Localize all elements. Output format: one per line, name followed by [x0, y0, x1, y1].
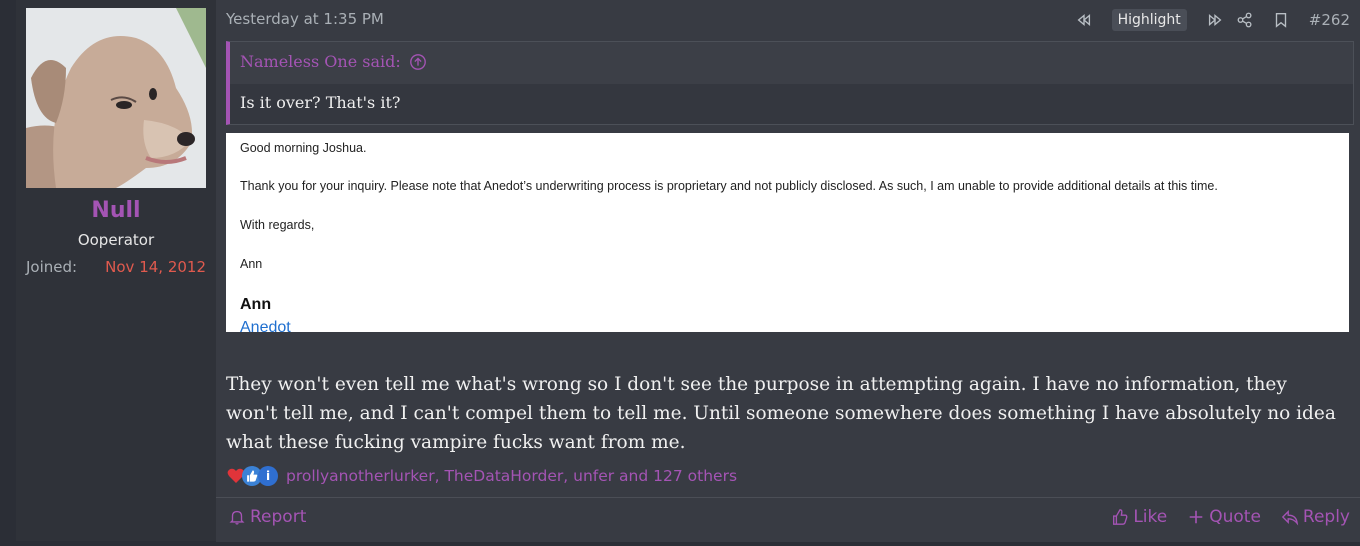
next-highlight-icon[interactable]	[1205, 10, 1225, 30]
info-icon: i	[258, 466, 278, 486]
reactions-bar[interactable]: i prollyanotherlurker, TheDataHorder, un…	[226, 464, 737, 488]
email-closing: With regards,	[240, 218, 315, 232]
quote-text: Is it over? That's it?	[240, 93, 401, 112]
post-actions: Highlight #262	[1074, 7, 1350, 33]
joined-date: Nov 14, 2012	[105, 258, 206, 276]
like-label: Like	[1133, 507, 1168, 527]
email-signature-short: Ann	[240, 257, 263, 271]
reply-label: Reply	[1302, 507, 1350, 527]
user-sidebar: Null Ooperator Joined: Nov 14, 2012	[16, 0, 216, 541]
email-signature-company: Anedot	[240, 319, 291, 332]
email-paragraph: Thank you for your inquiry. Please note …	[240, 179, 1218, 193]
thumbs-up-outline-icon	[1113, 509, 1128, 525]
bookmark-icon[interactable]	[1271, 10, 1291, 30]
quote-button[interactable]: Quote	[1187, 507, 1261, 527]
quote-label: Quote	[1209, 507, 1261, 527]
post-footer: Report Like Quote Reply	[216, 497, 1360, 542]
jump-to-quote-icon[interactable]	[409, 53, 427, 71]
report-label: Report	[250, 507, 307, 527]
reply-arrow-icon	[1281, 509, 1299, 526]
reactions-list[interactable]: prollyanotherlurker, TheDataHorder, unfe…	[286, 467, 737, 485]
quote-block: Nameless One said: Is it over? That's it…	[226, 41, 1354, 125]
post-date[interactable]: Yesterday at 1:35 PM	[226, 10, 384, 28]
like-button[interactable]: Like	[1111, 507, 1167, 527]
reply-button[interactable]: Reply	[1281, 507, 1350, 527]
report-button[interactable]: Report	[228, 507, 306, 527]
bell-icon	[229, 510, 245, 525]
post-number[interactable]: #262	[1309, 11, 1350, 29]
post-container: Null Ooperator Joined: Nov 14, 2012 Yest…	[16, 0, 1360, 542]
email-greeting: Good morning Joshua.	[240, 141, 367, 155]
username[interactable]: Null	[16, 198, 216, 223]
footer-actions: Like Quote Reply	[1111, 507, 1350, 527]
quote-author[interactable]: Nameless One said:	[240, 52, 401, 71]
email-signature-name: Ann	[240, 296, 272, 313]
highlight-button[interactable]: Highlight	[1111, 9, 1187, 31]
plus-icon	[1189, 510, 1203, 524]
user-title: Ooperator	[77, 231, 155, 249]
previous-highlight-icon[interactable]	[1074, 10, 1094, 30]
share-icon[interactable]	[1235, 10, 1255, 30]
quote-body: Is it over? That's it?	[230, 84, 1353, 124]
joined-label: Joined:	[26, 258, 78, 276]
email-screenshot[interactable]: Good morning Joshua. Thank you for your …	[226, 133, 1349, 332]
post-body-text: They won't even tell me what's wrong so …	[226, 374, 1336, 453]
user-avatar[interactable]	[26, 8, 206, 188]
quote-attribution[interactable]: Nameless One said:	[240, 52, 427, 71]
